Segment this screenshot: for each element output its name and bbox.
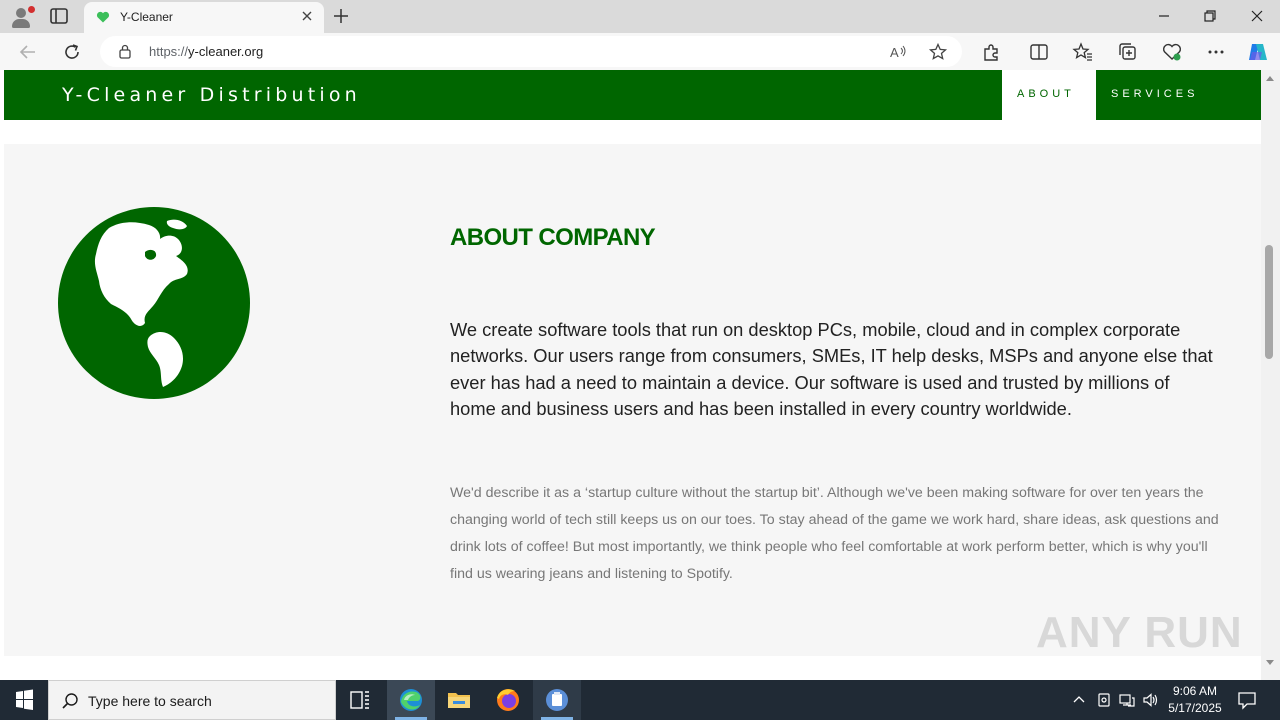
about-title: ABOUT COMPANY: [450, 224, 656, 251]
favorite-star-icon[interactable]: [928, 42, 948, 62]
scroll-down-icon[interactable]: [1266, 660, 1274, 665]
url-text[interactable]: https://y-cleaner.org: [149, 44, 263, 59]
taskbar-edge[interactable]: [387, 680, 435, 720]
tab-y-cleaner[interactable]: Y-Cleaner: [84, 2, 324, 33]
more-options-icon[interactable]: [1205, 41, 1227, 63]
read-aloud-icon[interactable]: A: [888, 42, 908, 62]
site-header: Y-Cleaner Distribution ABOUT SERVICES: [4, 70, 1261, 120]
about-lead-paragraph: We create software tools that run on des…: [450, 319, 1213, 419]
collections-icon[interactable]: [1117, 41, 1139, 63]
lock-icon[interactable]: [118, 44, 132, 59]
nav-services[interactable]: SERVICES: [1096, 70, 1261, 120]
split-screen-icon[interactable]: [1028, 41, 1050, 63]
profile-avatar-icon[interactable]: [8, 4, 35, 30]
tab-actions-icon[interactable]: [50, 8, 68, 24]
notification-center-icon[interactable]: [1236, 689, 1258, 711]
scrollbar-thumb[interactable]: [1265, 245, 1273, 359]
task-view-icon[interactable]: [336, 680, 384, 720]
windows-start-icon[interactable]: [0, 680, 48, 720]
address-bar[interactable]: https://y-cleaner.org A: [100, 36, 962, 67]
network-icon[interactable]: [1118, 691, 1136, 709]
volume-icon[interactable]: [1141, 691, 1159, 709]
file-explorer-icon[interactable]: [435, 680, 483, 720]
system-clock[interactable]: 9:06 AM 5/17/2025: [1160, 683, 1230, 717]
about-section: ABOUT COMPANY We create software tools t…: [4, 144, 1261, 656]
anyrun-watermark: ANY RUN: [1036, 608, 1243, 657]
browser-tab-strip: Y-Cleaner: [0, 0, 1280, 33]
edge-icon: [400, 689, 422, 711]
windows-taskbar: Type here to search 9:06 AM 5/17/2025: [0, 680, 1280, 720]
show-hidden-icons-icon[interactable]: [1070, 691, 1088, 709]
restore-icon[interactable]: [1200, 6, 1220, 26]
new-tab-icon[interactable]: [331, 6, 351, 26]
close-tab-icon[interactable]: [298, 7, 316, 25]
heart-favicon-icon: [96, 11, 110, 23]
globe-icon: [58, 207, 250, 399]
nav-about-label: ABOUT: [1017, 88, 1075, 100]
close-window-icon[interactable]: [1247, 6, 1267, 26]
taskbar-search-box[interactable]: Type here to search: [48, 680, 336, 720]
search-icon: [62, 693, 78, 709]
extensions-icon[interactable]: [980, 41, 1002, 63]
favorites-icon[interactable]: [1072, 41, 1094, 63]
clock-time: 9:06 AM: [1172, 684, 1218, 698]
svg-text:A: A: [890, 45, 899, 60]
refresh-icon[interactable]: [61, 41, 83, 63]
minimize-icon[interactable]: [1154, 6, 1174, 26]
tab-title: Y-Cleaner: [120, 10, 173, 24]
nav-about[interactable]: ABOUT: [1002, 70, 1096, 120]
copilot-icon[interactable]: [1246, 41, 1268, 63]
browser-toolbar: https://y-cleaner.org A: [0, 33, 1280, 70]
nav-services-label: SERVICES: [1111, 88, 1199, 100]
page-viewport: Y-Cleaner Distribution ABOUT SERVICES AB…: [0, 70, 1280, 680]
about-body-paragraph: We'd describe it as a ‘startup culture w…: [450, 485, 1219, 582]
firefox-icon[interactable]: [484, 680, 532, 720]
device-icon[interactable]: [1095, 691, 1113, 709]
back-icon[interactable]: [17, 41, 39, 63]
app-icon: [546, 689, 568, 711]
taskbar-app[interactable]: [533, 680, 581, 720]
search-placeholder: Type here to search: [88, 693, 212, 709]
scroll-up-icon[interactable]: [1266, 76, 1274, 81]
page-scrollbar[interactable]: [1261, 70, 1280, 680]
browser-essentials-icon[interactable]: [1161, 41, 1183, 63]
site-brand[interactable]: Y-Cleaner Distribution: [62, 84, 361, 106]
clock-date: 5/17/2025: [1168, 701, 1222, 715]
